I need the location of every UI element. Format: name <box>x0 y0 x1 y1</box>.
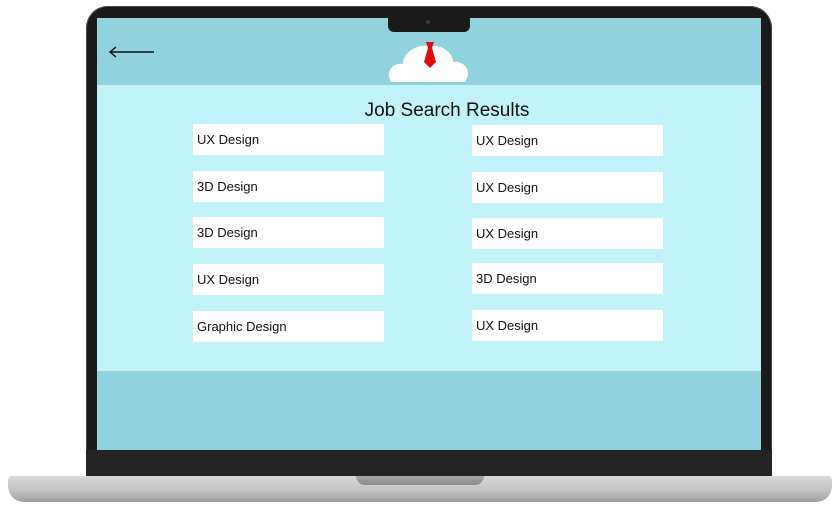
job-result-item[interactable]: UX Design <box>472 172 663 203</box>
left-arrow-icon <box>108 46 154 58</box>
laptop-base <box>8 476 832 502</box>
page-title: Job Search Results <box>364 100 530 121</box>
app-screen: Job Search Results UX Design 3D Design 3… <box>97 18 761 450</box>
job-result-item[interactable]: UX Design <box>193 264 384 295</box>
job-result-item[interactable]: 3D Design <box>193 217 384 248</box>
app-logo <box>387 38 471 84</box>
lid-opening-notch <box>356 476 484 485</box>
footer-bar <box>97 371 761 450</box>
job-result-item[interactable]: 3D Design <box>472 263 663 294</box>
back-button[interactable] <box>107 44 157 60</box>
job-result-item[interactable]: UX Design <box>472 310 663 341</box>
camera-icon <box>426 20 430 24</box>
cloud-with-tie-icon <box>388 42 468 82</box>
job-result-item[interactable]: 3D Design <box>193 171 384 202</box>
job-result-item[interactable]: UX Design <box>472 218 663 249</box>
laptop-mockup: Job Search Results UX Design 3D Design 3… <box>0 0 840 510</box>
job-result-item[interactable]: UX Design <box>472 125 663 156</box>
camera-notch <box>388 17 470 32</box>
job-result-item[interactable]: UX Design <box>193 124 384 155</box>
job-result-item[interactable]: Graphic Design <box>193 311 384 342</box>
